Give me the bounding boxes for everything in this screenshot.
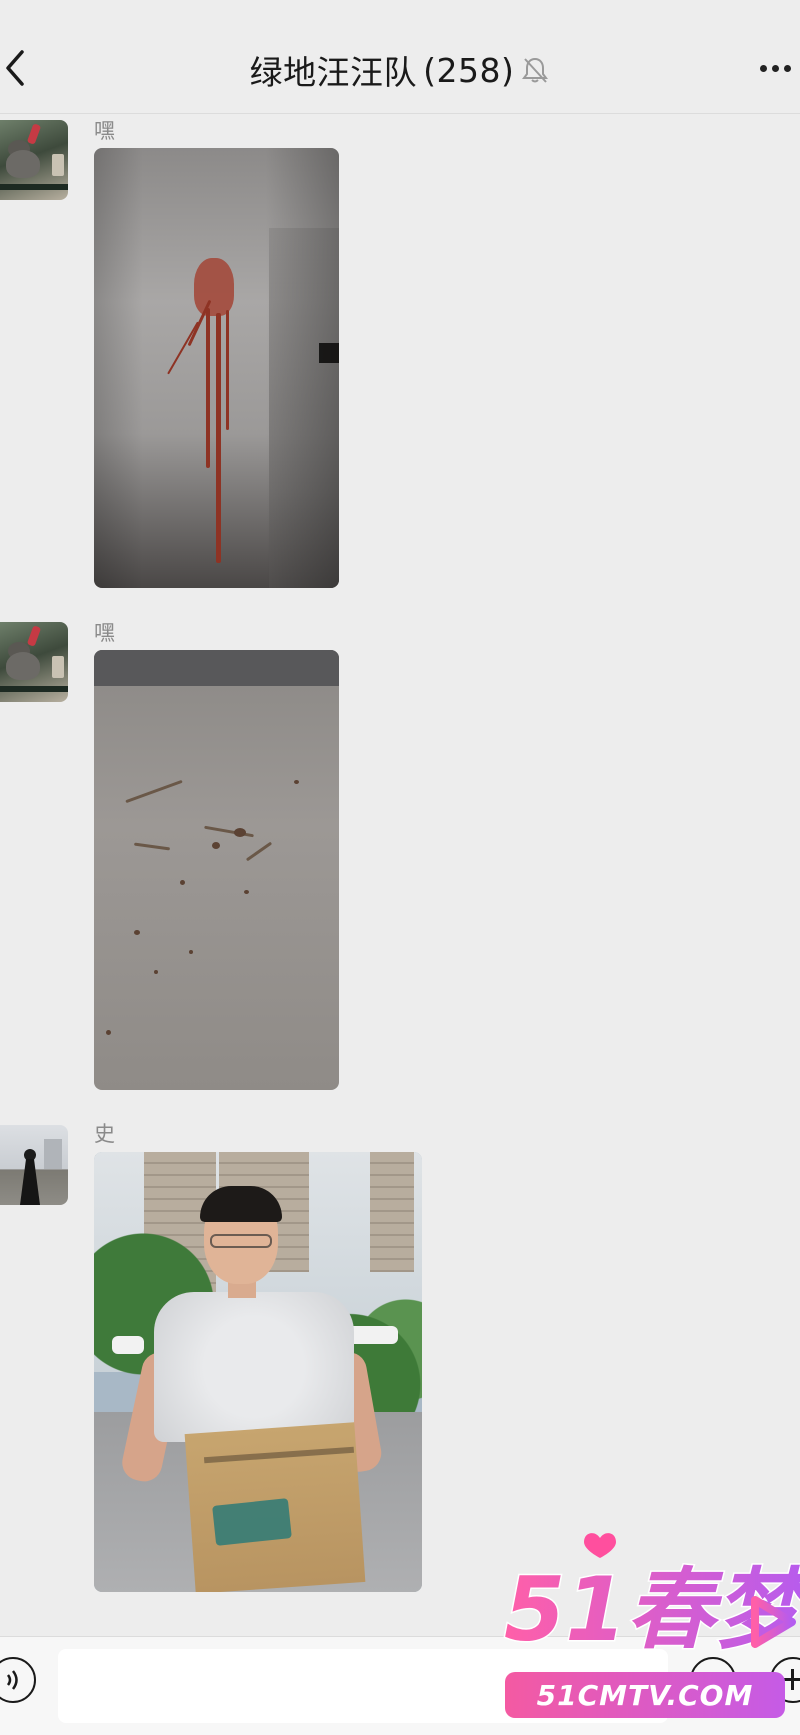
- more-dot: [783, 64, 791, 72]
- bell-off-icon: [520, 55, 550, 85]
- more-dot: [771, 64, 779, 72]
- avatar[interactable]: [0, 1125, 68, 1205]
- message-image[interactable]: [94, 1152, 422, 1592]
- watermark-logo: 51春梦: [503, 1533, 800, 1660]
- avatar[interactable]: [0, 120, 68, 200]
- group-name: 绿地汪汪队: [249, 53, 418, 92]
- chat-title: 绿地汪汪队 (258): [0, 46, 800, 94]
- more-button[interactable]: [752, 50, 798, 86]
- chat-screen: 绿地汪汪队 (258) 嘿嘿 史 51春梦 51CMTV.COM: [0, 0, 800, 1735]
- voice-button[interactable]: [0, 1657, 36, 1703]
- member-count: (258): [423, 50, 515, 90]
- watermark-url: 51CMTV.COM: [505, 1672, 785, 1718]
- message-image[interactable]: [94, 650, 339, 1090]
- chat-header: 绿地汪汪队 (258): [0, 0, 800, 114]
- avatar[interactable]: [0, 622, 68, 702]
- voice-icon: [6, 1670, 18, 1690]
- message-image[interactable]: [94, 148, 339, 588]
- more-dot: [759, 64, 767, 72]
